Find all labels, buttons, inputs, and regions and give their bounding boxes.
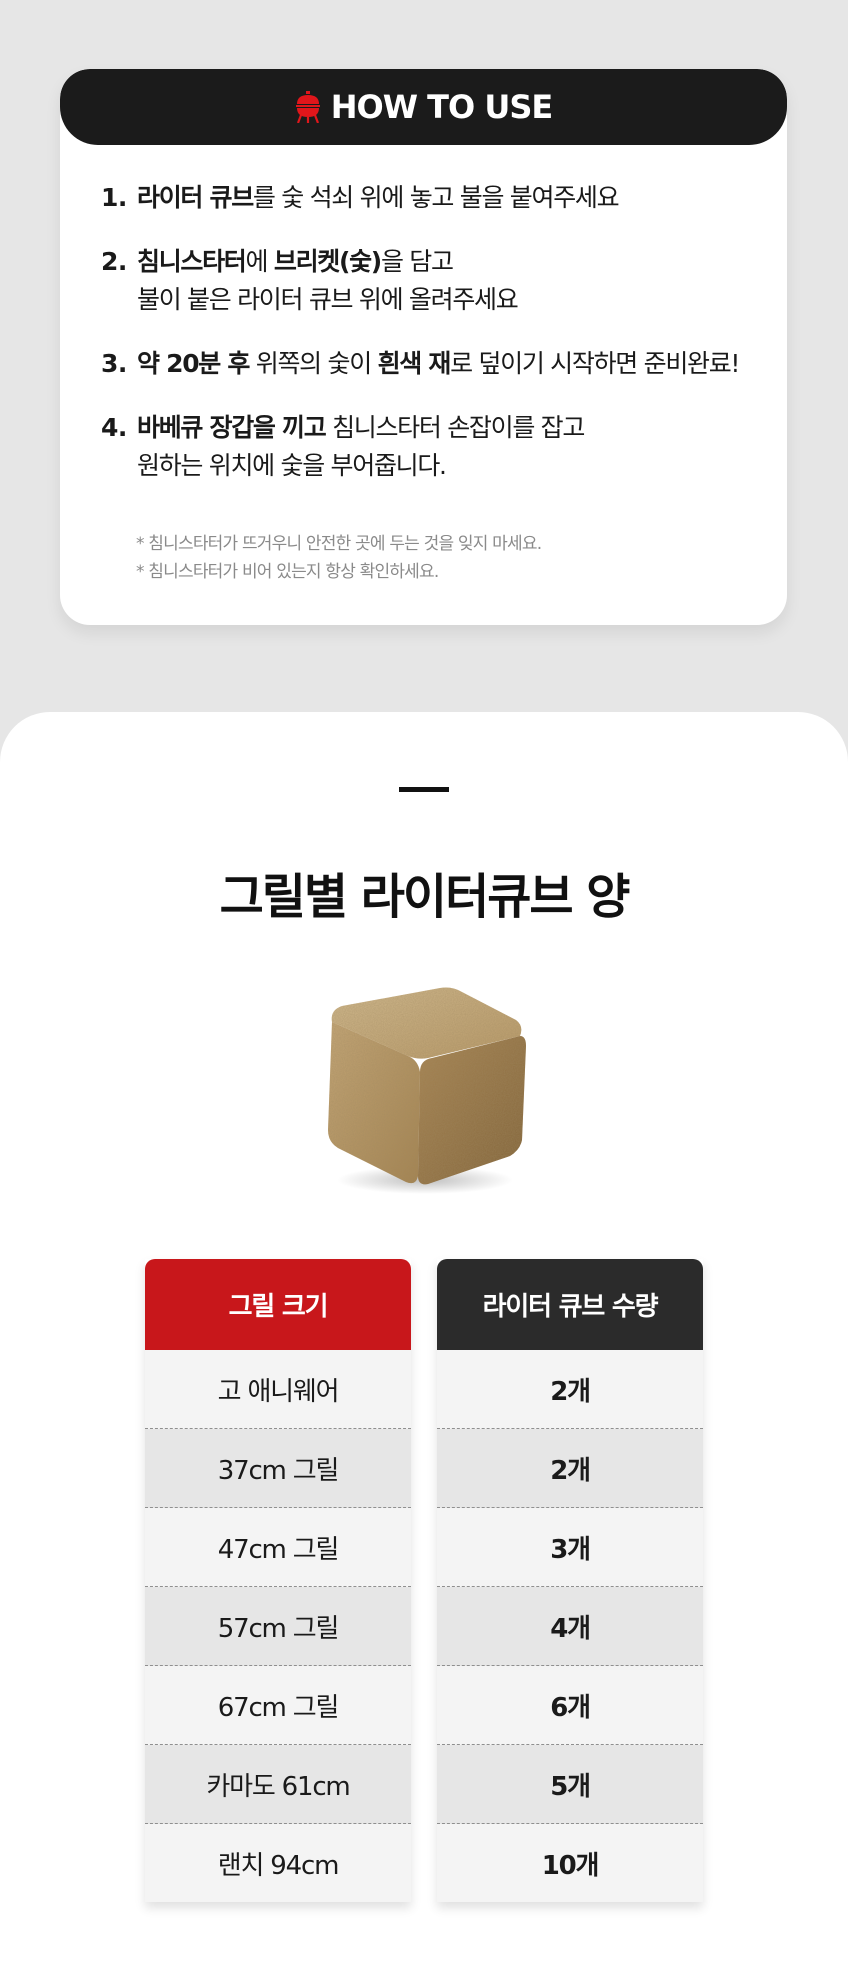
grill-size-cell: 67cm 그릴	[145, 1666, 411, 1745]
note-line: * 침니스타터가 뜨거우니 안전한 곳에 두는 것을 잊지 마세요.	[136, 534, 542, 554]
section-title: 그릴별 라이터큐브 양	[219, 869, 631, 925]
step-fragment: 원하는 위치에 숯을 부어줍니다.	[137, 451, 447, 480]
step-number: 1.	[101, 183, 127, 212]
lighter-cube-image	[320, 980, 530, 1195]
step-highlight: 바베큐 장갑을 끼고	[137, 413, 327, 442]
cube-quantity-header: 라이터 큐브 수량	[437, 1259, 703, 1350]
step-item: 4. 바베큐 장갑을 끼고 침니스타터 손잡이를 잡고원하는 위치에 숯을 부어줍…	[101, 409, 771, 485]
step-text: 바베큐 장갑을 끼고 침니스타터 손잡이를 잡고원하는 위치에 숯을 부어줍니다…	[137, 409, 585, 485]
grill-size-cell: 랜치 94cm	[145, 1824, 411, 1902]
grill-size-cell: 37cm 그릴	[145, 1429, 411, 1508]
step-text: 라이터 큐브를 숯 석쇠 위에 놓고 불을 붙여주세요	[137, 179, 620, 217]
step-number: 4.	[101, 413, 127, 442]
how-to-use-title: HOW TO USE	[330, 88, 553, 126]
cube-quantity-cell: 4개	[437, 1587, 703, 1666]
step-fragment: 을 담고	[380, 247, 454, 276]
notes: * 침니스타터가 뜨거우니 안전한 곳에 두는 것을 잊지 마세요. * 침니스…	[136, 530, 542, 586]
step-item: 1. 라이터 큐브를 숯 석쇠 위에 놓고 불을 붙여주세요	[101, 179, 771, 217]
cube-quantity-cell: 10개	[437, 1824, 703, 1902]
how-to-use-header: HOW TO USE	[60, 69, 787, 145]
step-highlight: 라이터 큐브	[137, 183, 254, 212]
grill-icon	[295, 91, 320, 123]
steps-list: 1. 라이터 큐브를 숯 석쇠 위에 놓고 불을 붙여주세요 2. 침니스타터에 브리…	[101, 179, 771, 511]
how-to-use-card: HOW TO USE 1. 라이터 큐브를 숯 석쇠 위에 놓고 불을 붙여주세요…	[60, 69, 787, 625]
step-highlight: 약 20분 후	[137, 349, 250, 378]
step-fragment: 위쪽의 숯이	[249, 349, 378, 378]
grill-size-cell: 고 애니웨어	[145, 1350, 411, 1429]
step-text: 침니스타터에 브리켓(숯)을 담고불이 붙은 라이터 큐브 위에 올려주세요	[137, 243, 519, 319]
step-item: 2. 침니스타터에 브리켓(숯)을 담고불이 붙은 라이터 큐브 위에 올려주세요	[101, 243, 771, 319]
step-highlight: 흰색 재	[377, 349, 452, 378]
step-fragment: 를 숯 석쇠 위에 놓고 불을 붙여주세요	[252, 183, 620, 212]
cube-quantity-cell: 3개	[437, 1508, 703, 1587]
step-fragment: 에	[245, 247, 274, 276]
step-fragment: 로 덮이기 시작하면 준비완료!	[450, 349, 740, 378]
step-number: 3.	[101, 349, 127, 378]
lower-panel: 그릴별 라이터큐브 양 그릴 크기 고 애니웨어 37cm 그릴 47cm 그릴…	[0, 712, 848, 1985]
grill-size-header: 그릴 크기	[145, 1259, 411, 1350]
cube-quantity-cell: 2개	[437, 1429, 703, 1508]
cube-quantity-column: 라이터 큐브 수량 2개 2개 3개 4개 6개 5개 10개	[437, 1259, 703, 1902]
step-highlight: 브리켓(숯)	[273, 247, 382, 276]
note-line: * 침니스타터가 비어 있는지 항상 확인하세요.	[136, 562, 439, 582]
step-item: 3. 약 20분 후 위쪽의 숯이 흰색 재로 덮이기 시작하면 준비완료!	[101, 345, 771, 383]
cube-quantity-cell: 6개	[437, 1666, 703, 1745]
step-highlight: 침니스타터	[137, 247, 247, 276]
grill-size-column: 그릴 크기 고 애니웨어 37cm 그릴 47cm 그릴 57cm 그릴 67cm 그릴…	[145, 1259, 411, 1902]
grill-size-cell: 카마도 61cm	[145, 1745, 411, 1824]
cube-quantity-cell: 2개	[437, 1350, 703, 1429]
step-fragment: 침니스타터 손잡이를 잡고	[325, 413, 585, 442]
step-text: 약 20분 후 위쪽의 숯이 흰색 재로 덮이기 시작하면 준비완료!	[137, 345, 740, 383]
section-divider	[399, 787, 449, 792]
step-number: 2.	[101, 247, 127, 276]
step-fragment: 불이 붙은 라이터 큐브 위에 올려주세요	[137, 285, 519, 314]
cube-quantity-cell: 5개	[437, 1745, 703, 1824]
grill-size-cell: 57cm 그릴	[145, 1587, 411, 1666]
grill-size-cell: 47cm 그릴	[145, 1508, 411, 1587]
